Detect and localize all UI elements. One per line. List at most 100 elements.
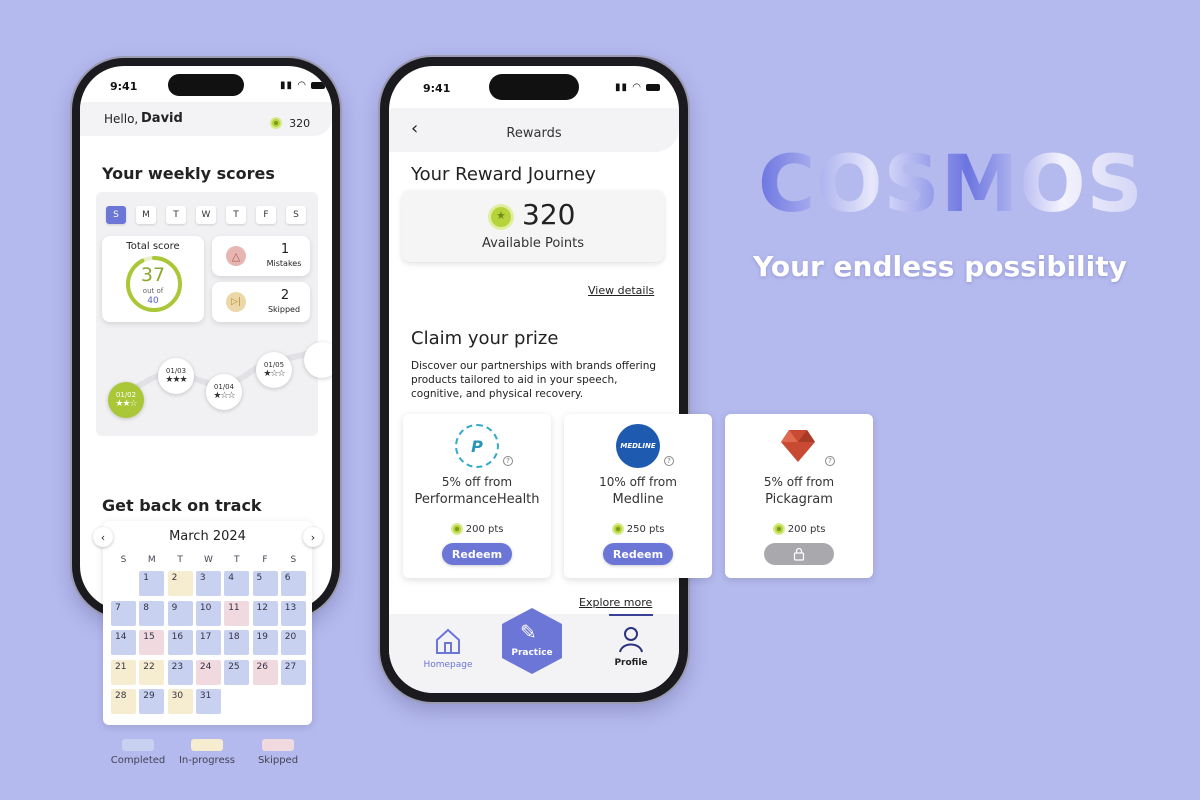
brand-card-pickagram: ? 5% off from Pickagram 200 pts	[725, 414, 873, 578]
offer-discount: 10% off from	[599, 475, 677, 489]
weekly-scores-title: Your weekly scores	[102, 164, 275, 183]
calendar-day[interactable]: 11	[224, 600, 250, 626]
points-value: 320	[522, 198, 576, 231]
header-title: Rewards	[506, 126, 562, 141]
calendar-day[interactable]: 20	[280, 630, 306, 655]
performance-health-logo: P	[455, 424, 499, 468]
calendar-day[interactable]: 24	[195, 659, 221, 685]
redeem-button[interactable]: Redeem	[603, 543, 673, 565]
day-chip[interactable]: M	[136, 206, 156, 224]
help-icon[interactable]: ?	[503, 456, 513, 466]
battery-icon	[646, 83, 661, 91]
redeem-button[interactable]: Redeem	[442, 543, 512, 565]
points-label: Available Points	[481, 236, 585, 251]
calendar-day[interactable]: 3	[195, 571, 221, 596]
nav-practice-button[interactable]: ✎ Practice	[500, 606, 564, 676]
calendar-day[interactable]: 10	[195, 600, 221, 626]
calendar-day[interactable]: 23	[167, 659, 193, 685]
locked-redeem-button	[764, 543, 834, 565]
calendar-day[interactable]: 13	[280, 600, 306, 626]
offer-points: 250 pts	[564, 523, 712, 535]
progress-node[interactable]: 01/05 ★☆☆	[256, 352, 292, 388]
calendar-day[interactable]: 22	[139, 659, 165, 685]
calendar-day[interactable]: 4	[224, 571, 250, 596]
legend-swatch	[191, 739, 223, 751]
coin-icon	[450, 523, 463, 535]
progress-node[interactable]: 01/03 ★★★	[158, 358, 194, 394]
day-chip[interactable]: F	[256, 206, 276, 224]
calendar-day[interactable]: 15	[139, 630, 165, 655]
mistakes-count: 1	[280, 242, 290, 257]
calendar-day[interactable]: 27	[280, 659, 306, 685]
signal-icon: ▮▮	[280, 80, 294, 91]
progress-node-partial[interactable]	[304, 342, 332, 378]
calendar-day[interactable]: 16	[167, 630, 193, 655]
back-on-track-title: Get back on track	[102, 496, 262, 515]
greeting-prefix: Hello,	[104, 112, 139, 126]
progress-node[interactable]: 01/02 ★★☆	[108, 382, 144, 418]
star-rating-icon: ★★☆	[115, 399, 137, 409]
offer-points: 200 pts	[403, 523, 551, 535]
calendar-day[interactable]: 19	[252, 630, 278, 655]
calendar-day[interactable]: 12	[252, 600, 278, 626]
nav-homepage[interactable]: Homepage	[413, 626, 483, 670]
calendar-day[interactable]: 28	[111, 689, 136, 714]
brand-card-medline: MEDLINE ? 10% off from Medline 250 pts R…	[564, 414, 712, 578]
help-icon[interactable]: ?	[825, 456, 835, 466]
calendar-next-button[interactable]: ›	[303, 527, 323, 547]
phone-frame-rewards: 9:41 ▮▮ ◠ ‹ Rewards Your Reward Journey …	[380, 57, 688, 702]
calendar-day[interactable]: 31	[195, 689, 221, 714]
star-rating-icon: ★★★	[165, 375, 187, 385]
calendar-day[interactable]: 14	[111, 630, 136, 655]
help-icon[interactable]: ?	[664, 456, 674, 466]
weekday-header: F	[262, 555, 268, 565]
weekday-header: T	[177, 555, 183, 565]
chevron-right-icon: ›	[310, 530, 316, 544]
day-chip[interactable]: S	[106, 206, 126, 224]
explore-more-link[interactable]: Explore more	[579, 596, 652, 609]
battery-icon	[311, 81, 326, 89]
home-header: Hello, David 320	[80, 102, 332, 136]
nav-profile[interactable]: Profile	[601, 614, 661, 668]
journey-title: Your Reward Journey	[411, 164, 596, 185]
legend-swatch	[262, 739, 294, 751]
calendar-day[interactable]: 25	[224, 659, 250, 685]
weekday-header: W	[203, 555, 213, 565]
calendar-day[interactable]: 7	[111, 600, 136, 626]
calendar-day[interactable]: 1	[139, 571, 165, 596]
mistakes-label: Mistakes	[266, 259, 302, 268]
nav-practice-label: Practice	[511, 648, 553, 658]
calendar-day[interactable]: 2	[167, 571, 193, 596]
mistakes-card[interactable]: △ 1 Mistakes	[212, 236, 310, 276]
calendar-day[interactable]: 26	[252, 659, 278, 685]
pickagram-logo	[781, 430, 815, 462]
calendar-day[interactable]: 5	[252, 571, 278, 596]
weekday-header: S	[290, 555, 297, 565]
wifi-icon: ◠	[632, 82, 642, 93]
calendar-day[interactable]: 29	[139, 689, 165, 714]
coin-icon	[611, 523, 624, 535]
claim-description: Discover our partnerships with brands of…	[411, 360, 657, 400]
offer-discount: 5% off from	[441, 475, 513, 489]
points-card: ★ 320 Available Points	[402, 190, 664, 262]
calendar-day[interactable]: 6	[280, 571, 306, 596]
calendar-day[interactable]: 18	[224, 630, 250, 655]
calendar-day[interactable]: 21	[111, 659, 136, 685]
skipped-card[interactable]: ▷| 2 Skipped	[212, 282, 310, 322]
progress-node-date: 01/05	[263, 361, 285, 369]
calendar-day[interactable]: 8	[139, 600, 165, 626]
progress-node[interactable]: 01/04 ★☆☆	[206, 374, 242, 410]
legend-label: In-progress	[178, 755, 236, 766]
brand-card-performancehealth: P ? 5% off from PerformanceHealth 200 pt…	[403, 414, 551, 578]
points-badge[interactable]: 320	[270, 112, 310, 131]
calendar-day[interactable]: 9	[167, 600, 193, 626]
calendar-day[interactable]: 17	[195, 630, 221, 655]
calendar-prev-button[interactable]: ‹	[93, 527, 113, 547]
view-details-link[interactable]: View details	[588, 284, 654, 297]
day-chip[interactable]: S	[286, 206, 306, 224]
dynamic-island	[168, 74, 244, 96]
calendar-day[interactable]: 30	[167, 689, 193, 714]
day-chip[interactable]: W	[196, 206, 216, 224]
day-chip[interactable]: T	[166, 206, 186, 224]
day-chip[interactable]: T	[226, 206, 246, 224]
